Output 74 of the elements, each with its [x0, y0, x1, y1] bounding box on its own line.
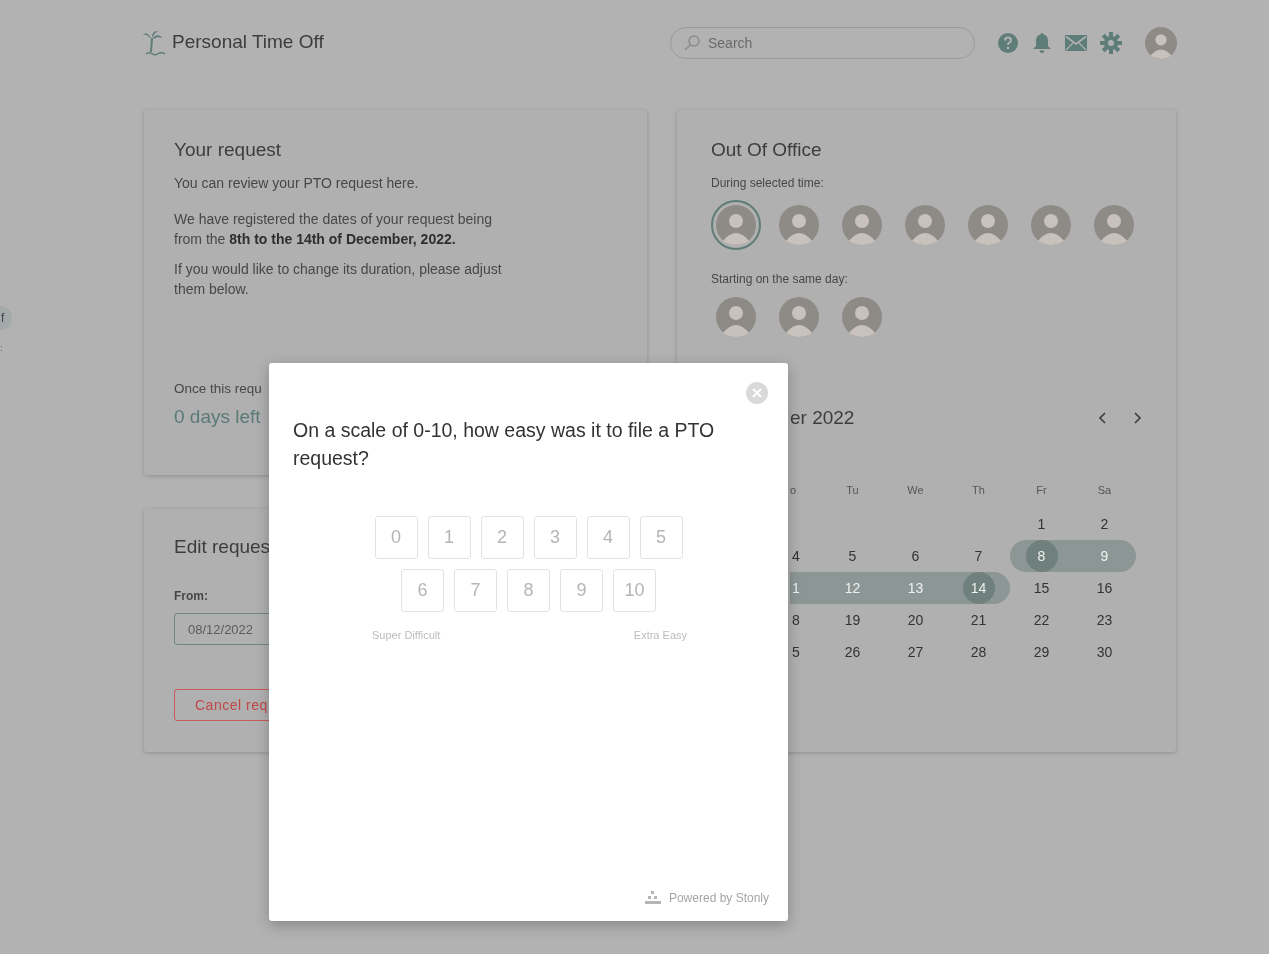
weekday-label: We: [907, 483, 924, 498]
calendar-day[interactable]: 19: [844, 609, 861, 631]
info-text: Once this requ: [174, 380, 263, 398]
calendar-day[interactable]: 8: [1025, 540, 1058, 572]
person-avatar[interactable]: [1094, 205, 1134, 245]
calendar-day[interactable]: 20: [907, 609, 924, 631]
calendar-day[interactable]: 23: [1096, 609, 1113, 631]
calendar-day[interactable]: 27: [907, 641, 924, 663]
calendar-day[interactable]: 13: [907, 577, 924, 599]
weekday-label: o: [790, 483, 797, 498]
person-avatar[interactable]: [905, 205, 945, 245]
calendar-day[interactable]: 8: [790, 609, 800, 631]
calendar-day[interactable]: 16: [1096, 577, 1113, 599]
calendar-day[interactable]: 26: [844, 641, 861, 663]
calendar-day[interactable]: 15: [1033, 577, 1050, 599]
person-avatar[interactable]: [716, 205, 756, 245]
calendar-day[interactable]: 22: [1033, 609, 1050, 631]
person-avatar[interactable]: [842, 205, 882, 245]
paragraph: If you would like to change its duration, please adjust them below.: [174, 260, 503, 299]
person-avatar[interactable]: [716, 297, 756, 337]
scale-label: Extra Easy: [633, 628, 687, 643]
calendar-day[interactable]: 1: [1037, 513, 1046, 535]
section-label: Starting on the same day:: [711, 271, 848, 288]
scale-label: Super Difficult: [372, 628, 441, 643]
section-label: During selected time:: [711, 175, 824, 192]
search-field[interactable]: Search: [670, 26, 975, 59]
weekday-label: Sa: [1097, 483, 1112, 498]
calendar-day[interactable]: 4: [790, 545, 800, 567]
calendar-day[interactable]: 9: [1100, 545, 1109, 567]
mail-icon[interactable]: [1065, 34, 1087, 51]
field-label: From:: [174, 588, 208, 605]
calendar-day[interactable]: 12: [844, 577, 861, 599]
calendar-day[interactable]: 5: [790, 641, 800, 663]
calendar-day[interactable]: 7: [974, 545, 983, 567]
settings-icon[interactable]: [1100, 31, 1122, 54]
calendar-day[interactable]: 2: [1100, 513, 1109, 535]
app-title: Personal Time Off: [172, 30, 324, 55]
person-avatar[interactable]: [779, 297, 819, 337]
paragraph: We have registered the dates of your request being from the 8th to the 14th of December, 2022.: [174, 210, 494, 249]
calendar-day[interactable]: 28: [970, 641, 987, 663]
card-title: Your request: [174, 138, 283, 162]
card-title: Edit reques: [174, 535, 271, 559]
calendar-day[interactable]: 6: [911, 545, 920, 567]
calendar-day[interactable]: 5: [848, 545, 857, 567]
person-avatar[interactable]: [1031, 205, 1071, 245]
sidebar-item[interactable]: :: [0, 344, 3, 353]
days-left-text: 0 days left: [174, 405, 262, 429]
calendar-day[interactable]: 1: [790, 577, 800, 599]
person-avatar[interactable]: [968, 205, 1008, 245]
search-icon: [683, 33, 701, 52]
close-button[interactable]: [746, 382, 768, 404]
user-avatar[interactable]: [1145, 26, 1177, 59]
weekday-label: Th: [972, 483, 985, 498]
next-month-icon[interactable]: [1131, 411, 1143, 425]
palm-tree-icon: [142, 29, 166, 56]
powered-by-text: Powered by Stonly: [668, 890, 769, 907]
paragraph: You can review your PTO request here.: [174, 174, 420, 193]
calendar-day[interactable]: 14: [962, 572, 995, 604]
sidebar-item[interactable]: f: [0, 306, 13, 330]
survey-question: On a scale of 0-10, how easy was it to file a PTO request?: [293, 418, 716, 471]
card-title: Out Of Office: [711, 138, 822, 162]
month-title: er 2022: [790, 406, 856, 430]
stacked-squares-icon: [644, 891, 661, 905]
bell-icon[interactable]: [1032, 31, 1052, 54]
calendar-day[interactable]: 29: [1033, 641, 1050, 663]
weekday-label: Fr: [1036, 483, 1047, 498]
help-icon[interactable]: [997, 31, 1019, 54]
person-avatar[interactable]: [779, 205, 819, 245]
weekday-label: Tu: [846, 483, 859, 498]
person-avatar[interactable]: [842, 297, 882, 337]
close-icon: [752, 388, 762, 398]
calendar-day[interactable]: 21: [970, 609, 987, 631]
calendar-day[interactable]: 30: [1096, 641, 1113, 663]
previous-month-icon[interactable]: [1097, 411, 1109, 425]
